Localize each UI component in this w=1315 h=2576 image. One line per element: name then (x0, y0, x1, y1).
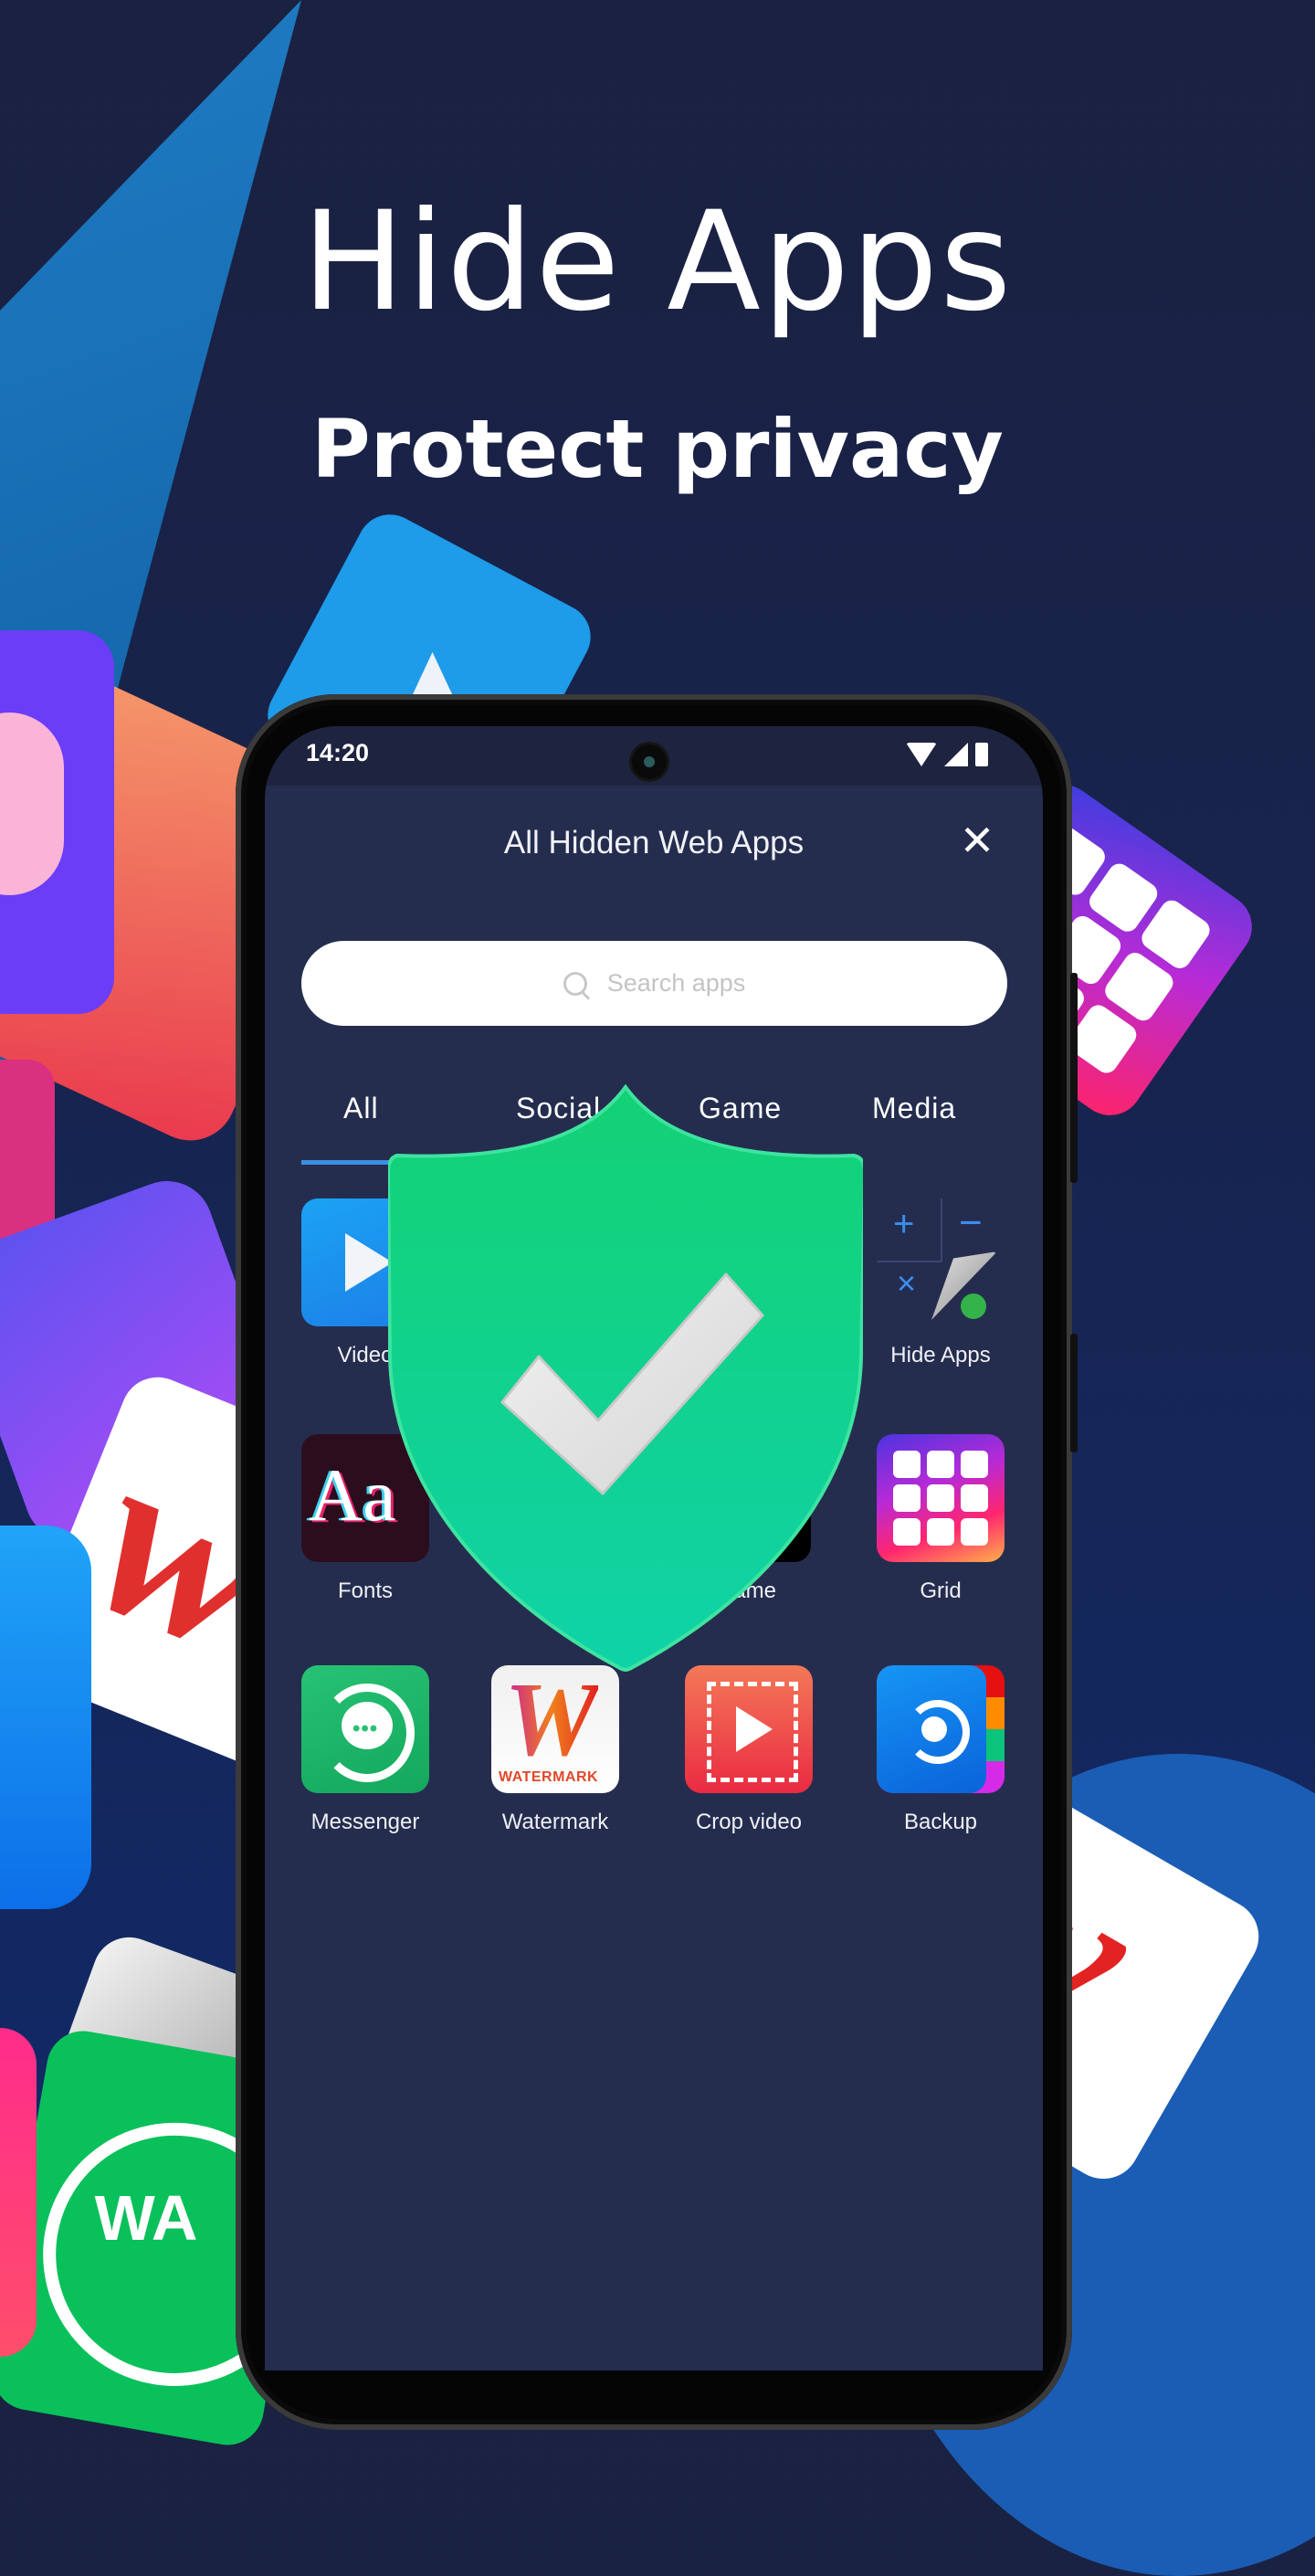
close-button[interactable]: ✕ (954, 818, 1000, 863)
tab-media[interactable]: Media (872, 1092, 956, 1125)
backup-icon (877, 1665, 1005, 1793)
watermark-icon: W WATERMARK (491, 1665, 619, 1793)
decor-app-icon-pink-2 (0, 2028, 37, 2357)
app-item-crop-video[interactable]: Crop video (676, 1665, 822, 1835)
search-icon (563, 971, 587, 996)
crop-video-icon (685, 1665, 813, 1793)
wifi-icon (906, 743, 937, 766)
signal-icon (944, 743, 968, 766)
front-camera (632, 744, 667, 779)
phone-side-button (1070, 973, 1078, 1183)
app-item-hide-apps[interactable]: + − × Hide Apps (868, 1198, 1014, 1368)
page-title: All Hidden Web Apps (503, 825, 805, 860)
close-icon: ✕ (959, 817, 995, 864)
promo-subtitle: Protect privacy (311, 402, 1004, 496)
decor-app-icon-purple (0, 630, 114, 1014)
shield-check-icon (388, 1083, 863, 1672)
app-item-backup[interactable]: Backup (868, 1665, 1014, 1835)
status-time: 14:20 (306, 739, 370, 766)
status-bar: 14:20 (265, 726, 1043, 786)
phone-side-button (1070, 1334, 1078, 1452)
messenger-icon: ••• (301, 1665, 429, 1793)
grid-icon (877, 1434, 1005, 1562)
decor-app-icon-blue-large (0, 1526, 91, 1909)
battery-icon (975, 743, 988, 766)
app-item-messenger[interactable]: ••• Messenger (292, 1665, 438, 1835)
active-tab-indicator (301, 1160, 393, 1165)
promo-title: Hide Apps (301, 183, 1014, 342)
tab-all[interactable]: All (343, 1092, 379, 1125)
search-input[interactable]: Search apps (301, 941, 1007, 1026)
search-placeholder: Search apps (606, 969, 746, 997)
hide-apps-icon: + − × (877, 1198, 1005, 1326)
app-item-watermark[interactable]: W WATERMARK Watermark (482, 1665, 628, 1835)
app-item-grid[interactable]: Grid (868, 1434, 1014, 1604)
